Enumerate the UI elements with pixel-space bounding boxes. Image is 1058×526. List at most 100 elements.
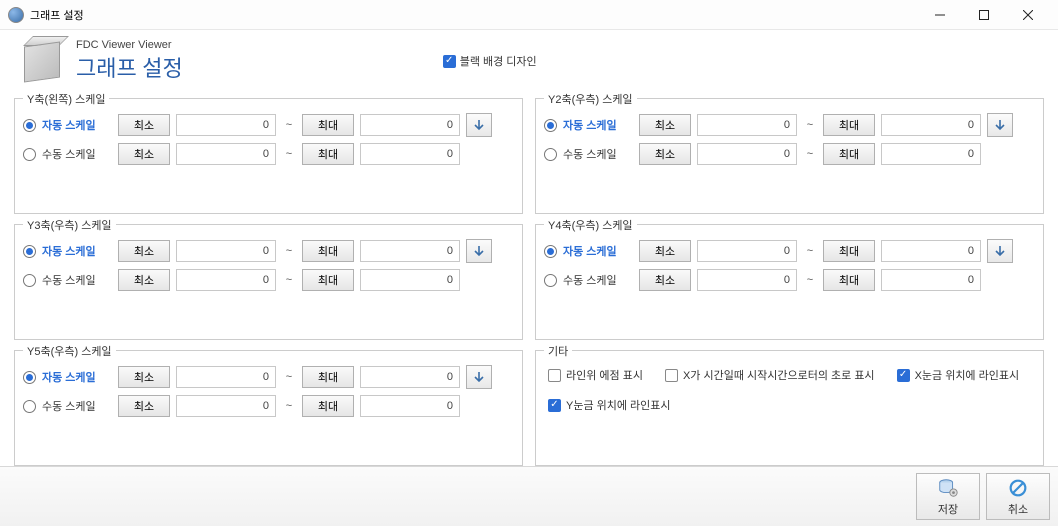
radio-auto-label-y3: 자동 스케일	[42, 243, 112, 259]
max-input-manual-y5[interactable]	[360, 395, 460, 417]
max-input-auto-y3[interactable]	[360, 240, 460, 262]
tilde: ~	[282, 274, 296, 286]
save-button[interactable]: 저장	[916, 473, 980, 520]
checkbox-y-grid-lines[interactable]	[548, 399, 561, 412]
radio-auto-y4[interactable]	[544, 245, 557, 258]
radio-manual-y3[interactable]	[23, 274, 36, 287]
maximize-button[interactable]	[962, 1, 1006, 29]
radio-manual-label-y1: 수동 스케일	[42, 146, 112, 162]
legend-y1: Y축(왼쪽) 스케일	[23, 91, 109, 107]
tilde: ~	[282, 119, 296, 131]
apply-down-button-y3[interactable]	[466, 239, 492, 263]
apply-down-button-y5[interactable]	[466, 365, 492, 389]
radio-auto-y5[interactable]	[23, 371, 36, 384]
min-label-auto-y3: 최소	[118, 240, 170, 262]
max-label-auto-y3: 최대	[302, 240, 354, 262]
min-label-manual-y1: 최소	[118, 143, 170, 165]
checkbox-y-grid-lines-label: Y눈금 위치에 라인표시	[566, 397, 671, 413]
radio-auto-y1[interactable]	[23, 119, 36, 132]
min-label-manual-y4: 최소	[639, 269, 691, 291]
min-label-manual-y3: 최소	[118, 269, 170, 291]
min-input-manual-y3[interactable]	[176, 269, 276, 291]
black-bg-label: 블랙 배경 디자인	[460, 53, 537, 69]
max-label-auto-y2: 최대	[823, 114, 875, 136]
fieldset-y1: Y축(왼쪽) 스케일 자동 스케일 최소 ~ 최대 수동 스케일 최소 ~ 최대	[14, 98, 523, 214]
radio-auto-y2[interactable]	[544, 119, 557, 132]
min-input-auto-y4[interactable]	[697, 240, 797, 262]
checkbox-x-grid-lines[interactable]	[897, 369, 910, 382]
min-input-manual-y4[interactable]	[697, 269, 797, 291]
max-input-manual-y4[interactable]	[881, 269, 981, 291]
save-button-label: 저장	[938, 501, 958, 517]
radio-manual-label-y2: 수동 스케일	[563, 146, 633, 162]
checkbox-line-dots[interactable]	[548, 369, 561, 382]
cancel-button[interactable]: 취소	[986, 473, 1050, 520]
radio-auto-y3[interactable]	[23, 245, 36, 258]
apply-down-button-y2[interactable]	[987, 113, 1013, 137]
min-label-auto-y1: 최소	[118, 114, 170, 136]
tilde: ~	[803, 274, 817, 286]
header-subtitle: FDC Viewer Viewer	[76, 39, 183, 51]
radio-auto-label-y5: 자동 스케일	[42, 369, 112, 385]
max-label-manual-y3: 최대	[302, 269, 354, 291]
min-input-manual-y1[interactable]	[176, 143, 276, 165]
apply-down-button-y1[interactable]	[466, 113, 492, 137]
max-input-manual-y3[interactable]	[360, 269, 460, 291]
radio-auto-label-y1: 자동 스케일	[42, 117, 112, 133]
checkbox-x-grid-lines-label: X눈금 위치에 라인표시	[915, 367, 1020, 383]
legend-y4: Y4축(우측) 스케일	[544, 217, 637, 233]
radio-manual-label-y3: 수동 스케일	[42, 272, 112, 288]
max-label-auto-y4: 최대	[823, 240, 875, 262]
min-input-auto-y1[interactable]	[176, 114, 276, 136]
max-label-auto-y1: 최대	[302, 114, 354, 136]
cube-icon	[20, 38, 66, 84]
tilde: ~	[282, 400, 296, 412]
tilde: ~	[803, 119, 817, 131]
tilde: ~	[282, 245, 296, 257]
window-title: 그래프 설정	[30, 7, 84, 23]
radio-manual-y1[interactable]	[23, 148, 36, 161]
min-input-auto-y2[interactable]	[697, 114, 797, 136]
max-input-manual-y1[interactable]	[360, 143, 460, 165]
checkbox-x-time-seconds[interactable]	[665, 369, 678, 382]
minimize-button[interactable]	[918, 1, 962, 29]
max-input-manual-y2[interactable]	[881, 143, 981, 165]
max-label-manual-y2: 최대	[823, 143, 875, 165]
min-input-manual-y5[interactable]	[176, 395, 276, 417]
fieldset-y5: Y5축(우측) 스케일 자동 스케일 최소 ~ 최대 수동 스케일 최소 ~ 최…	[14, 350, 523, 466]
page-header: FDC Viewer Viewer 그래프 설정 블랙 배경 디자인	[0, 30, 1058, 94]
radio-manual-label-y5: 수동 스케일	[42, 398, 112, 414]
cancel-icon	[1007, 477, 1029, 499]
min-input-manual-y2[interactable]	[697, 143, 797, 165]
close-button[interactable]	[1006, 1, 1050, 29]
max-input-auto-y1[interactable]	[360, 114, 460, 136]
app-icon	[8, 7, 24, 23]
max-input-auto-y5[interactable]	[360, 366, 460, 388]
black-bg-checkbox[interactable]	[443, 55, 456, 68]
max-label-manual-y5: 최대	[302, 395, 354, 417]
tilde: ~	[803, 245, 817, 257]
legend-etc: 기타	[544, 343, 572, 359]
tilde: ~	[282, 148, 296, 160]
min-label-manual-y5: 최소	[118, 395, 170, 417]
min-label-manual-y2: 최소	[639, 143, 691, 165]
max-label-manual-y1: 최대	[302, 143, 354, 165]
fieldset-y3: Y3축(우측) 스케일 자동 스케일 최소 ~ 최대 수동 스케일 최소 ~ 최…	[14, 224, 523, 340]
min-input-auto-y3[interactable]	[176, 240, 276, 262]
page-title: 그래프 설정	[76, 51, 183, 83]
tilde: ~	[282, 371, 296, 383]
max-label-auto-y5: 최대	[302, 366, 354, 388]
cancel-button-label: 취소	[1008, 501, 1028, 517]
max-input-auto-y2[interactable]	[881, 114, 981, 136]
radio-manual-y5[interactable]	[23, 400, 36, 413]
fieldset-y4: Y4축(우측) 스케일 자동 스케일 최소 ~ 최대 수동 스케일 최소 ~ 최…	[535, 224, 1044, 340]
apply-down-button-y4[interactable]	[987, 239, 1013, 263]
radio-manual-y2[interactable]	[544, 148, 557, 161]
max-input-auto-y4[interactable]	[881, 240, 981, 262]
radio-manual-y4[interactable]	[544, 274, 557, 287]
min-label-auto-y5: 최소	[118, 366, 170, 388]
fieldset-etc: 기타 라인위 에점 표시 X가 시간일때 시작시간으로터의 초로 표시 X눈금 …	[535, 350, 1044, 466]
min-input-auto-y5[interactable]	[176, 366, 276, 388]
tilde: ~	[803, 148, 817, 160]
radio-auto-label-y2: 자동 스케일	[563, 117, 633, 133]
